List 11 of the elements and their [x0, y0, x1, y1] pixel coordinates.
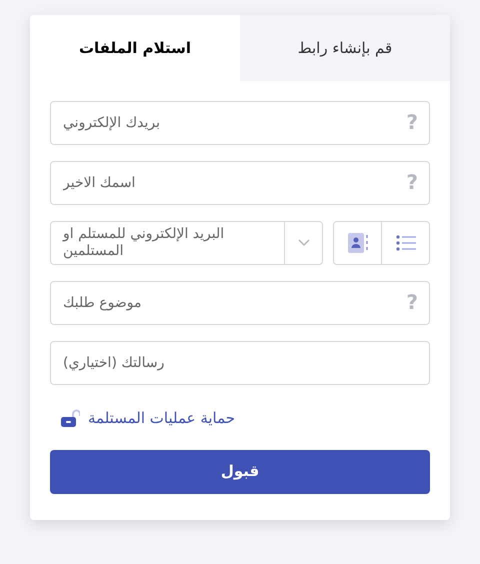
accept-button[interactable]: قبول — [50, 450, 430, 494]
chevron-down-icon — [298, 239, 310, 247]
text-field[interactable]: رسالتك (اختياري) — [50, 341, 430, 385]
select-placeholder: البريد الإلكتروني للمستلم او المستلمين — [61, 226, 226, 260]
recipient-select[interactable]: البريد الإلكتروني للمستلم او المستلمين — [50, 221, 323, 265]
tab[interactable]: قم بإنشاء رابط — [240, 15, 450, 81]
tab[interactable]: استلام الملفات — [30, 15, 240, 81]
address-book-icon — [346, 232, 368, 254]
unlocked-padlock-icon — [60, 408, 80, 428]
list-icon — [396, 235, 416, 251]
protection-link[interactable]: حماية عمليات المستلمة — [88, 407, 236, 430]
